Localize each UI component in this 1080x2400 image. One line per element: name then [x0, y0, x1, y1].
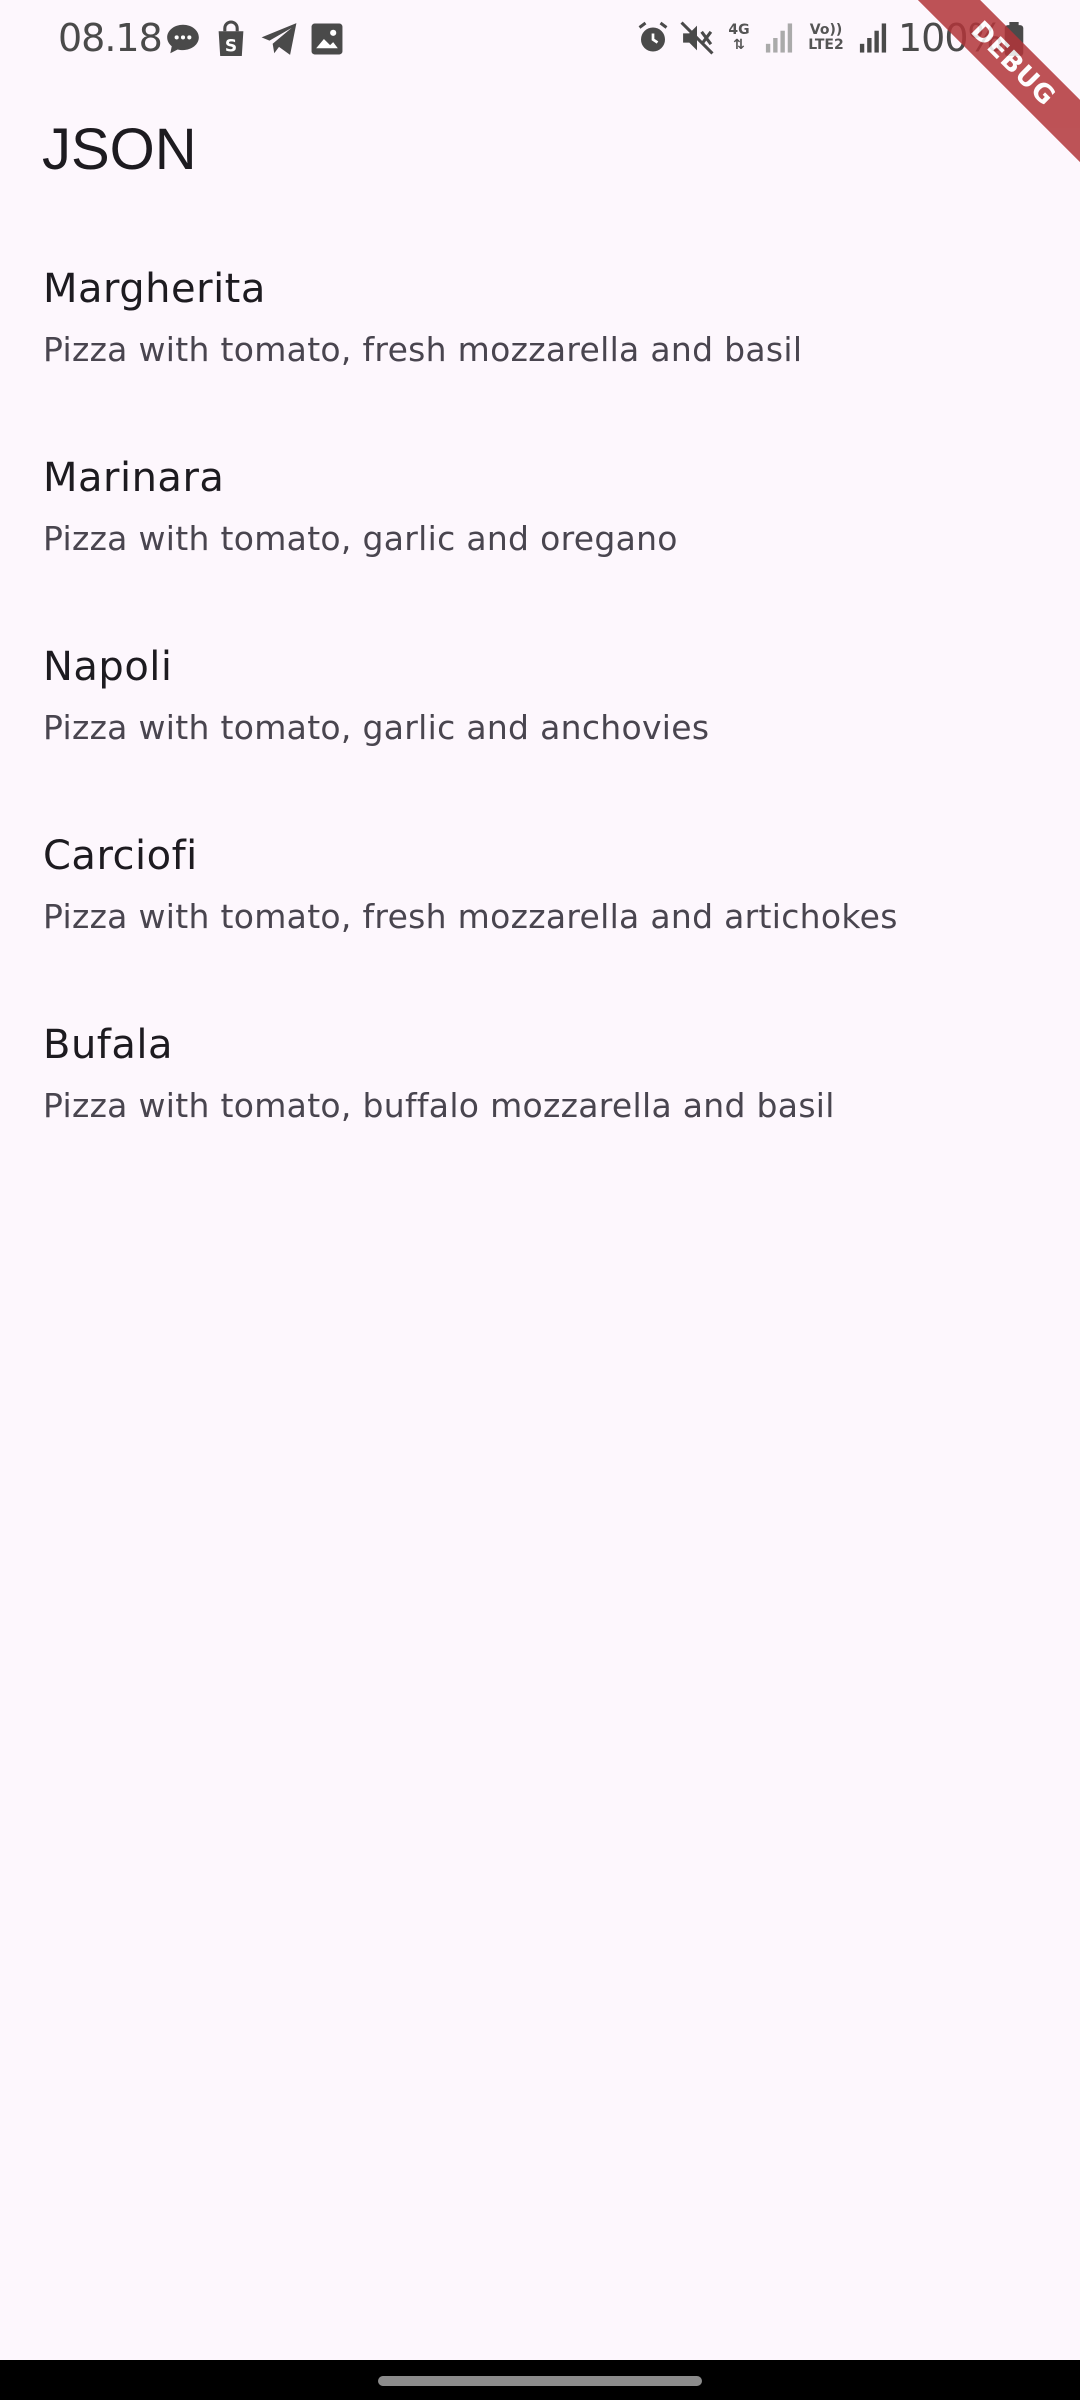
list-item-title: Bufala: [43, 1022, 174, 1068]
system-icons: 4G ⇅ Vo)) LTE2: [636, 20, 888, 56]
shopping-bag-icon: S: [214, 20, 248, 58]
svg-text:S: S: [225, 36, 237, 56]
list-item[interactable]: Carciofi Pizza with tomato, fresh mozzar…: [0, 803, 1080, 992]
data-arrows-icon: ⇅: [733, 37, 745, 53]
list-item-title: Carciofi: [43, 833, 198, 879]
signal-icon: [764, 22, 794, 54]
page-title: JSON: [42, 117, 197, 182]
volte-bottom-label: LTE2: [808, 37, 844, 53]
network-4g-icon: 4G ⇅: [724, 23, 754, 53]
notification-icons: S: [164, 20, 344, 58]
list-item-title: Napoli: [43, 644, 173, 690]
alarm-icon: [636, 20, 670, 56]
battery-icon: [1004, 22, 1024, 61]
list-item-subtitle: Pizza with tomato, buffalo mozzarella an…: [43, 1086, 835, 1125]
mute-icon: [680, 21, 714, 55]
status-bar: 08.18 S 4G ⇅ Vo)) LTE2 100%: [0, 0, 1080, 78]
signal-icon: [858, 22, 888, 54]
battery-percentage: 100%: [898, 16, 1004, 60]
app-screen: 08.18 S 4G ⇅ Vo)) LTE2 100% DEBUG JSON M…: [0, 0, 1080, 2400]
volte-icon: Vo)) LTE2: [804, 23, 848, 53]
list-item-subtitle: Pizza with tomato, garlic and anchovies: [43, 708, 710, 747]
list-item[interactable]: Marinara Pizza with tomato, garlic and o…: [0, 425, 1080, 614]
list-item[interactable]: Bufala Pizza with tomato, buffalo mozzar…: [0, 992, 1080, 1181]
list-item-subtitle: Pizza with tomato, fresh mozzarella and …: [43, 330, 803, 369]
volte-top-label: Vo)): [809, 22, 843, 38]
pizza-list: Margherita Pizza with tomato, fresh mozz…: [0, 236, 1080, 1181]
list-item-title: Marinara: [43, 455, 225, 501]
telegram-icon: [260, 21, 298, 57]
chat-bubble-icon: [164, 20, 202, 58]
list-item[interactable]: Margherita Pizza with tomato, fresh mozz…: [0, 236, 1080, 425]
list-item-subtitle: Pizza with tomato, fresh mozzarella and …: [43, 897, 898, 936]
home-gesture-handle[interactable]: [378, 2376, 702, 2386]
network-4g-label: 4G: [728, 22, 750, 38]
image-icon: [310, 22, 344, 56]
list-item-subtitle: Pizza with tomato, garlic and oregano: [43, 519, 678, 558]
status-time: 08.18: [58, 16, 163, 60]
list-item-title: Margherita: [43, 266, 266, 312]
list-item[interactable]: Napoli Pizza with tomato, garlic and anc…: [0, 614, 1080, 803]
navigation-bar: [0, 2360, 1080, 2400]
